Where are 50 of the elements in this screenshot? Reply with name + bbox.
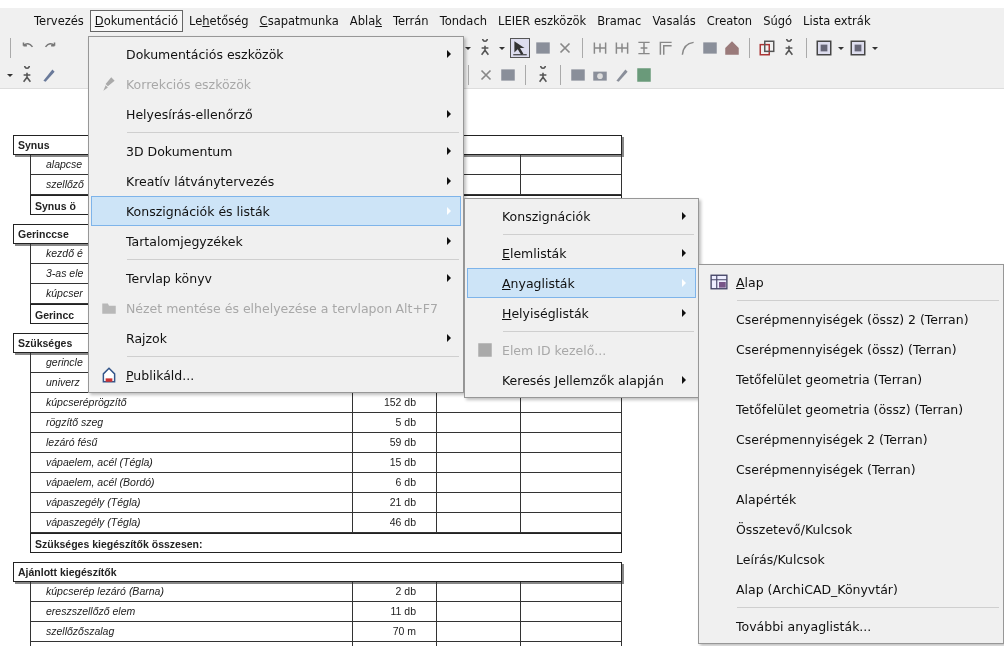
- table-cell: 21 db: [352, 493, 436, 513]
- table-cell: vápaszegély (Tégla): [30, 493, 352, 513]
- menu-bar-item[interactable]: Terrán: [387, 10, 434, 32]
- table-cell: vápaelem, acél (Tégla): [30, 453, 352, 473]
- table-cell: 2 db: [352, 582, 436, 602]
- menu-bar-item[interactable]: Lehetőség: [184, 10, 254, 32]
- menu-item[interactable]: Leírás/Kulcsok: [701, 544, 1001, 574]
- table-cell: 46 db: [352, 513, 436, 533]
- menu-item[interactable]: Konszignációk és listák: [91, 196, 461, 226]
- menu-bar-item[interactable]: Tondach: [434, 10, 493, 32]
- menu-item[interactable]: Alapérték: [701, 484, 1001, 514]
- menu-item[interactable]: Cserépmennyiségek (Terran): [701, 454, 1001, 484]
- menu-item[interactable]: Tetőfelület geometria (Terran): [701, 364, 1001, 394]
- menu-item[interactable]: Összetevő/Kulcsok: [701, 514, 1001, 544]
- menu-item[interactable]: Dokumentációs eszközök: [91, 39, 461, 69]
- table-cell: rögzítő szeg: [30, 413, 352, 433]
- table-total: Szükséges kiegészítők összesen:: [30, 533, 622, 553]
- menu-item[interactable]: Alap: [701, 267, 1001, 297]
- table-cell: 11 db: [352, 602, 436, 622]
- menu-bar-item[interactable]: Lista extrák: [798, 10, 876, 32]
- menu-item[interactable]: Cserépmennyiségek (össz) (Terran): [701, 334, 1001, 364]
- table-cell: vápaszegély (Tégla): [30, 513, 352, 533]
- menu-bar-item[interactable]: Tervezés: [29, 10, 89, 32]
- menu-item[interactable]: További anyaglisták...: [701, 611, 1001, 641]
- table-cell: 5 db: [352, 413, 436, 433]
- menu-bar-item[interactable]: Dokumentáció: [89, 10, 184, 32]
- menu-bar-item[interactable]: Súgó: [758, 10, 798, 32]
- menu-item[interactable]: Keresés Jellemzők alapján: [467, 365, 696, 395]
- menu-item[interactable]: Alap (ArchiCAD_Könyvtár): [701, 574, 1001, 604]
- menu-bar-item[interactable]: Vasalás: [647, 10, 701, 32]
- menu-bar-item[interactable]: Ablak: [344, 10, 387, 32]
- menu-bar-item[interactable]: Csapatmunka: [254, 10, 344, 32]
- table-cell: lezáró fésű: [30, 433, 352, 453]
- menu-item[interactable]: Cserépmennyiségek (össz) 2 (Terran): [701, 304, 1001, 334]
- table-section-header: Ajánlott kiegészítők: [13, 562, 622, 582]
- menu-bar-item[interactable]: LEIER eszközök: [493, 10, 592, 32]
- menu-bar-item[interactable]: Creaton: [701, 10, 758, 32]
- table-cell: szellőzőszalag: [30, 622, 352, 642]
- table-cell: kúpcserép lezáró (Barna): [30, 582, 352, 602]
- menu-item[interactable]: Helyesírás-ellenőrző: [91, 99, 461, 129]
- table-cell: vápaelem, acél (Bordó): [30, 473, 352, 493]
- menu-bar-item[interactable]: Bramac: [592, 10, 647, 32]
- menu-item[interactable]: Anyaglisták: [467, 268, 696, 298]
- table-cell: ereszszellőző elem: [30, 602, 352, 622]
- table-cell: 70 m: [352, 622, 436, 642]
- table-cell: 15 db: [352, 453, 436, 473]
- table-cell: 6 db: [352, 473, 436, 493]
- table-cell: 59 db: [352, 433, 436, 453]
- menu-item[interactable]: Tetőfelület geometria (össz) (Terran): [701, 394, 1001, 424]
- menu-item[interactable]: Cserépmennyiségek 2 (Terran): [701, 424, 1001, 454]
